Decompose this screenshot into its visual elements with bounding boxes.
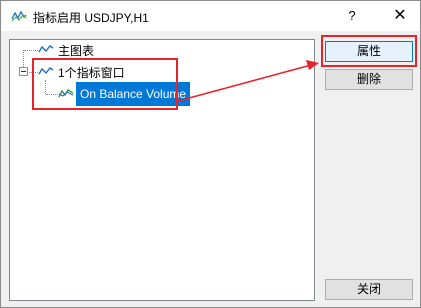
tree-connector (23, 50, 24, 67)
indicator-app-icon (11, 10, 27, 22)
properties-button[interactable]: 属性 (325, 41, 413, 62)
window-title: 指标启用 USDJPY,H1 (33, 11, 149, 25)
window-close-button[interactable]: ✕ (385, 1, 415, 31)
help-button[interactable]: ? (337, 1, 367, 31)
indicator-tree[interactable]: 主图表 1个指标窗口 On Balance Volume (9, 39, 315, 301)
collapse-toggle[interactable] (19, 67, 28, 76)
highlight-annotation-box (32, 58, 178, 110)
indicator-line-icon (38, 45, 54, 53)
title-bar: 指标启用 USDJPY,H1 ? ✕ (1, 1, 420, 31)
tree-item-main-chart[interactable]: 主图表 (38, 41, 158, 59)
indicators-dialog: 指标启用 USDJPY,H1 ? ✕ 主图表 1个指标窗口 On Balance… (0, 0, 421, 308)
tree-item-label: 主图表 (58, 44, 95, 58)
delete-button[interactable]: 删除 (325, 69, 413, 90)
close-button[interactable]: 关闭 (325, 279, 413, 300)
tree-connector (24, 50, 38, 51)
